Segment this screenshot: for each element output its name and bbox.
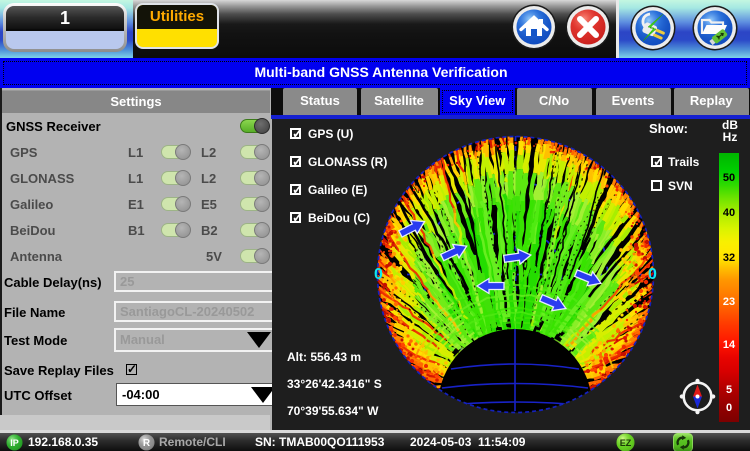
svg-text:EZ: EZ xyxy=(620,438,632,448)
svg-text:IP: IP xyxy=(10,438,19,448)
svg-text:R: R xyxy=(143,438,151,449)
svg-text:0: 0 xyxy=(648,266,657,283)
svg-text:0: 0 xyxy=(374,266,383,283)
